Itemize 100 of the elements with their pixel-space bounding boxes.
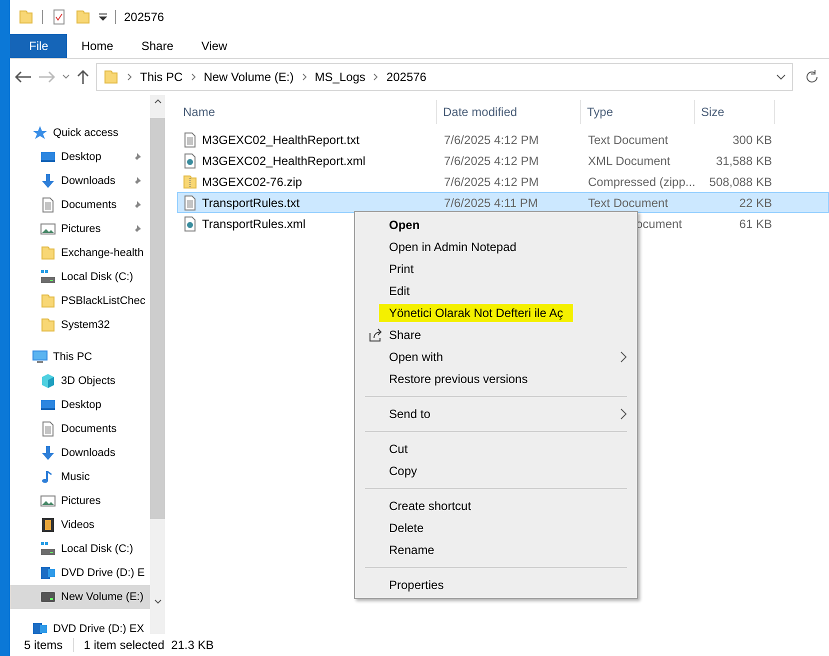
up-icon[interactable]	[76, 69, 90, 85]
nav-item[interactable]: Exchange-health	[10, 241, 150, 265]
dropdown-icon[interactable]	[776, 74, 786, 80]
picture-icon	[40, 221, 56, 237]
column-header[interactable]: Name	[177, 100, 437, 124]
address-bar[interactable]: This PC New Volume (E:) MS_Logs 202576	[96, 63, 793, 91]
size-cell: 61 KB	[739, 216, 772, 230]
breadcrumb-item[interactable]: New Volume (E:)	[204, 70, 294, 84]
nav-item[interactable]: DVD Drive (D:) EX	[10, 617, 150, 634]
desktop-icon	[40, 149, 56, 165]
menu-item[interactable]: Cut	[355, 438, 637, 460]
xml-icon	[182, 152, 198, 168]
desktop-icon	[40, 397, 56, 413]
menu-item[interactable]: Open	[355, 214, 637, 236]
nav-item[interactable]: Pictures	[10, 489, 150, 513]
text-icon	[182, 194, 198, 210]
nav-item[interactable]: 3D Objects	[10, 369, 150, 393]
file-name[interactable]: M3GEXC02_HealthReport.txt	[202, 132, 360, 146]
breadcrumb-item[interactable]: This PC	[140, 70, 183, 84]
scroll-up-icon[interactable]	[154, 99, 162, 104]
pc-icon	[32, 349, 48, 365]
breadcrumb-item[interactable]: 202576	[386, 70, 426, 84]
refresh-icon[interactable]	[805, 70, 819, 84]
date-cell-text: 7/6/2025 4:12 PM	[443, 154, 539, 168]
column-header[interactable]: Date modified	[437, 100, 581, 124]
file-name[interactable]: M3GEXC02_HealthReport.xml	[202, 154, 366, 168]
picture-icon	[40, 493, 56, 509]
folder-icon	[40, 293, 56, 309]
cube-icon	[40, 373, 56, 389]
nav-item[interactable]: Documents	[10, 193, 150, 217]
disk-icon	[40, 541, 56, 557]
nav-item[interactable]: PSBlackListChec	[10, 289, 150, 313]
chevron-icon[interactable]	[62, 74, 70, 80]
nav-item[interactable]: Pictures	[10, 217, 150, 241]
star-icon	[32, 125, 48, 141]
menu-item[interactable]: Copy	[355, 460, 637, 482]
breadcrumb-item[interactable]: MS_Logs	[314, 70, 366, 84]
folder-icon	[18, 9, 34, 25]
nav-item[interactable]: New Volume (E:)	[10, 585, 150, 609]
ribbon-tab[interactable]: File	[10, 34, 68, 58]
menu-item[interactable]: Send to	[355, 403, 637, 425]
nav-item[interactable]: System32	[10, 313, 150, 337]
nav-item[interactable]: Music	[10, 465, 150, 489]
nav-item[interactable]: Downloads	[10, 441, 150, 465]
dropdown-icon[interactable]	[99, 13, 107, 21]
download-icon	[40, 173, 56, 189]
back-icon[interactable]	[14, 70, 32, 84]
zip-icon	[182, 174, 198, 190]
chevron-icon	[373, 73, 378, 81]
nav-item[interactable]: Local Disk (C:)	[10, 537, 150, 561]
item-count: 5 items	[24, 638, 63, 652]
menu-item[interactable]: Create shortcut	[355, 495, 637, 517]
file-name[interactable]: TransportRules.xml	[202, 216, 306, 230]
nav-item[interactable]: Documents	[10, 417, 150, 441]
column-header[interactable]: Type	[581, 100, 695, 124]
selection-info: 1 item selected 21.3 KB	[84, 638, 214, 652]
disk-icon	[40, 269, 56, 285]
drive-icon	[40, 589, 56, 605]
nav-item[interactable]: Desktop	[10, 145, 150, 169]
menu-item[interactable]: Edit	[355, 280, 637, 302]
type-cell-text: XML Document	[587, 154, 670, 168]
menu-item[interactable]: Rename	[355, 539, 637, 561]
chevron-icon	[127, 73, 132, 81]
nav-item[interactable]: Videos	[10, 513, 150, 537]
date-cell-text: 7/6/2025 4:12 PM	[443, 174, 539, 188]
menu-item[interactable]: Open with	[355, 346, 637, 368]
nav-item[interactable]: DVD Drive (D:) E	[10, 561, 150, 585]
size-cell: 31,588 KB	[716, 154, 772, 168]
chevron-icon	[190, 73, 196, 81]
menu-item[interactable]: Print	[355, 258, 637, 280]
file-name[interactable]: M3GEXC02-76.zip	[202, 174, 302, 188]
menu-item[interactable]: Share	[355, 324, 637, 346]
nav-item[interactable]: Local Disk (C:)	[10, 265, 150, 289]
ribbon-tab[interactable]: Home	[67, 34, 128, 58]
document-icon	[40, 197, 56, 213]
dvd-icon	[32, 621, 48, 634]
document-icon	[40, 421, 56, 437]
properties-icon[interactable]	[51, 9, 67, 25]
file-name[interactable]: TransportRules.txt	[202, 196, 300, 210]
nav-item[interactable]: Desktop	[10, 393, 150, 417]
menu-item[interactable]: Restore previous versions	[355, 368, 637, 390]
selected-row[interactable]: TransportRules.txt 7/6/2025 4:11 PM Text Document 22 KB	[177, 192, 829, 213]
scrollbar[interactable]	[150, 95, 165, 634]
ribbon-tab[interactable]: Share	[127, 34, 188, 58]
menu-item[interactable]: Open in Admin Notepad	[355, 236, 637, 258]
menu-item[interactable]: Properties	[355, 574, 637, 596]
menu-item[interactable]: Delete	[355, 517, 637, 539]
video-icon	[40, 517, 56, 533]
download-icon	[40, 445, 56, 461]
share-icon	[368, 327, 384, 343]
folder-icon	[40, 245, 56, 261]
scroll-down-icon[interactable]	[154, 599, 162, 604]
date-cell-text: 7/6/2025 4:11 PM	[443, 196, 538, 210]
nav-item[interactable]: Quick access	[10, 121, 150, 145]
type-cell-text: Compressed (zipp...	[587, 174, 696, 188]
nav-item[interactable]: This PC	[10, 345, 150, 369]
column-header[interactable]: Size	[695, 100, 775, 124]
nav-item[interactable]: Downloads	[10, 169, 150, 193]
ribbon-tab[interactable]: View	[187, 34, 242, 58]
folder-icon	[103, 69, 119, 85]
